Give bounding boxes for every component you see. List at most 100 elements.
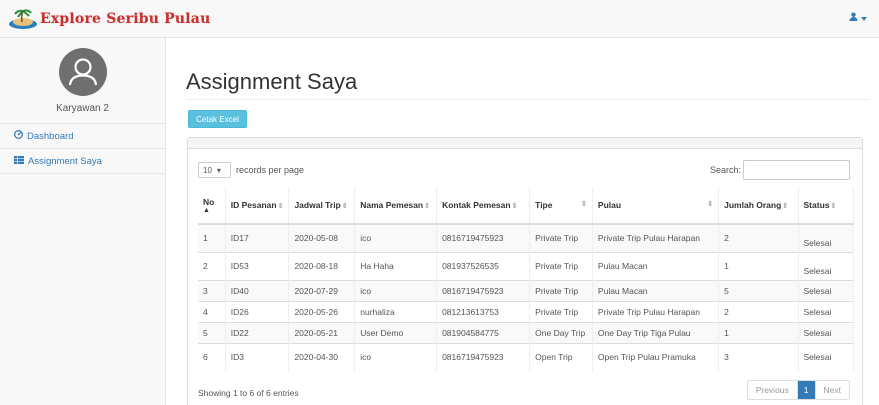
column-header-label: Pulau <box>597 200 622 210</box>
sort-icon: ⇕ <box>782 203 789 210</box>
length-control: 10 ▾ records per page <box>198 162 304 178</box>
cell-pulau: Pulau Macan <box>592 279 720 301</box>
sort-icon: ⇕ <box>830 203 837 210</box>
divider <box>186 99 870 100</box>
cell-pulau: Open Trip Pulau Pramuka <box>592 342 720 371</box>
cell-kontak-pemesan: 081904584775 <box>436 321 531 343</box>
cell-jadwal-trip: 2020-05-26 <box>288 300 356 322</box>
cell-no: 4 <box>198 300 226 322</box>
brand-logo[interactable]: Explore Seribu Pulau <box>8 6 210 32</box>
cell-jadwal-trip: 2020-05-08 <box>288 223 356 252</box>
pagination-page-1[interactable]: 1 <box>796 381 816 399</box>
user-profile: Karyawan 2 <box>0 38 165 124</box>
cell-tipe: Private Trip <box>529 279 593 301</box>
cell-nama-pemesan: Ha Haha <box>354 251 438 280</box>
pagination-next[interactable]: Next <box>816 381 849 399</box>
cell-tipe: Private Trip <box>529 300 593 322</box>
cell-status: Selesai <box>798 321 855 343</box>
column-header-no[interactable]: No ▲ <box>198 187 226 225</box>
sidebar-item-assignment[interactable]: Assignment Saya <box>0 149 165 174</box>
cell-status: Selesai <box>798 342 855 371</box>
cell-kontak-pemesan: 081213613753 <box>436 300 531 322</box>
cell-no: 3 <box>198 279 226 301</box>
cell-pulau: Private Trip Pulau Harapan <box>592 223 720 252</box>
cell-tipe: One Day Trip <box>529 321 593 343</box>
column-header-label: Kontak Pemesan <box>442 200 511 210</box>
cell-jadwal-trip: 2020-07-29 <box>288 279 356 301</box>
cell-status: Selesai <box>798 251 855 280</box>
avatar <box>58 48 107 96</box>
pagination-previous[interactable]: Previous <box>748 381 797 399</box>
sort-icon: ⇕ <box>581 201 587 208</box>
cell-jumlah-orang: 2 <box>718 223 799 252</box>
column-header-label: Jadwal Trip <box>294 200 341 210</box>
cell-kontak-pemesan: 0816719475923 <box>436 279 531 301</box>
column-header-status[interactable]: Status⇕ <box>798 187 855 225</box>
column-header-id-pesanan[interactable]: ID Pesanan⇕ <box>225 187 290 225</box>
table-row: 3 ID40 2020-07-29 ico 0816719475923 Priv… <box>198 279 855 301</box>
sort-icon: ⇕ <box>424 203 430 210</box>
table-row: 4 ID26 2020-05-26 nurhaliza 081213613753… <box>198 300 855 322</box>
cell-jadwal-trip: 2020-08-18 <box>288 251 356 280</box>
pagination: Previous 1 Next <box>746 380 850 400</box>
cell-tipe: Private Trip <box>529 223 593 252</box>
sidebar-item-dashboard[interactable]: Dashboard <box>0 124 165 149</box>
dashboard-icon <box>13 129 24 142</box>
main-content: Assignment Saya Cetak Excel 10 ▾ records… <box>166 38 879 405</box>
table-row: 1 ID17 2020-05-08 ico 0816719475923 Priv… <box>198 223 855 252</box>
table-header-row: No ▲ ID Pesanan⇕ Jadwal Trip⇕ Nama Pemes… <box>198 187 855 225</box>
cell-kontak-pemesan: 081937526535 <box>436 251 531 280</box>
column-header-tipe[interactable]: Tipe ⇕ <box>529 187 593 225</box>
cell-jumlah-orang: 2 <box>718 300 799 322</box>
column-header-nama-pemesan[interactable]: Nama Pemesan⇕ <box>354 187 438 225</box>
column-header-label: Tipe <box>535 200 553 210</box>
cell-jumlah-orang: 3 <box>718 342 799 371</box>
cell-kontak-pemesan: 0816719475923 <box>436 223 531 252</box>
cell-status: Selesai <box>798 223 855 252</box>
cell-id-pesanan: ID3 <box>225 342 290 371</box>
panel-heading <box>188 138 862 149</box>
export-excel-button[interactable]: Cetak Excel <box>188 110 247 128</box>
cell-no: 6 <box>198 342 226 371</box>
cell-nama-pemesan: ico <box>354 342 438 371</box>
sort-icon: ⇕ <box>707 201 714 208</box>
assignment-table: No ▲ ID Pesanan⇕ Jadwal Trip⇕ Nama Pemes… <box>198 187 855 371</box>
island-logo-icon <box>8 8 38 30</box>
sidebar-item-label: Assignment Saya <box>28 155 102 167</box>
user-dropdown[interactable] <box>849 12 867 23</box>
column-header-kontak-pemesan[interactable]: Kontak Pemesan⇕ <box>436 187 531 225</box>
table-row: 6 ID3 2020-04-30 ico 0816719475923 Open … <box>198 342 855 371</box>
search-label: Search: <box>709 165 741 175</box>
user-icon <box>849 12 858 23</box>
caret-down-icon: ▾ <box>216 165 221 175</box>
cell-pulau: Pulau Macan <box>592 251 720 280</box>
top-navbar: Explore Seribu Pulau <box>0 0 879 38</box>
records-per-page-select[interactable]: 10 ▾ <box>198 162 231 178</box>
cell-jumlah-orang: 5 <box>718 279 799 301</box>
column-header-label: Jumlah Orang <box>724 200 782 210</box>
sidebar: Karyawan 2 Dashboard Assignment Saya <box>0 38 166 405</box>
caret-down-icon <box>861 13 867 23</box>
cell-id-pesanan: ID40 <box>225 279 290 301</box>
column-header-jumlah-orang[interactable]: Jumlah Orang⇕ <box>718 187 799 225</box>
user-name: Karyawan 2 <box>56 103 109 114</box>
cell-no: 5 <box>198 321 226 343</box>
column-header-jadwal-trip[interactable]: Jadwal Trip⇕ <box>288 187 356 225</box>
cell-id-pesanan: ID26 <box>225 300 290 322</box>
search-control: Search: <box>710 160 850 180</box>
cell-status: Selesai <box>798 279 855 301</box>
search-input[interactable] <box>743 160 850 180</box>
column-header-pulau[interactable]: Pulau ⇕ <box>592 187 720 225</box>
sort-icon: ⇕ <box>511 203 518 210</box>
cell-tipe: Open Trip <box>529 342 593 371</box>
cell-jumlah-orang: 1 <box>718 321 799 343</box>
cell-nama-pemesan: User Demo <box>354 321 438 343</box>
cell-status: Selesai <box>798 300 855 322</box>
table-icon <box>14 155 24 167</box>
length-value: 10 <box>203 165 212 175</box>
cell-no: 2 <box>198 251 226 280</box>
cell-id-pesanan: ID53 <box>225 251 290 280</box>
sort-icon: ⇕ <box>341 203 348 210</box>
cell-tipe: Private Trip <box>529 251 593 280</box>
cell-id-pesanan: ID22 <box>225 321 290 343</box>
